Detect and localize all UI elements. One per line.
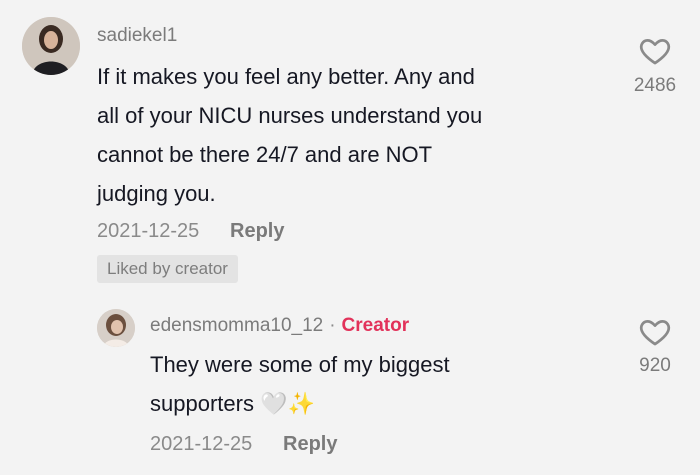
reply-text-line-content: supporters	[150, 391, 254, 416]
emoji-heart-sparkles: 🤍✨	[260, 391, 315, 416]
reply-text-line: They were some of my biggest	[150, 352, 450, 377]
reply-text-line: supporters 🤍✨	[150, 384, 450, 423]
avatar-image	[22, 17, 80, 75]
comment-text-line: If it makes you feel any better. Any and	[97, 64, 475, 89]
heart-outline-icon[interactable]	[638, 315, 672, 349]
reply-button[interactable]: Reply	[230, 220, 284, 243]
avatar[interactable]	[97, 309, 135, 347]
heart-outline-icon[interactable]	[638, 34, 672, 68]
reply-username[interactable]: edensmomma10_12	[150, 315, 323, 336]
reply-text: They were some of my biggest supporters …	[150, 345, 450, 423]
creator-tag: Creator	[341, 315, 410, 336]
comment-text-line: judging you.	[97, 181, 216, 206]
reply-button[interactable]: Reply	[283, 433, 337, 456]
comment-text-line: cannot be there 24/7 and are NOT	[97, 142, 433, 167]
separator-dot: ·	[329, 315, 336, 336]
comment-date: 2021-12-25	[97, 220, 200, 242]
like-count: 2486	[633, 75, 677, 96]
reply-username-row: edensmomma10_12 · Creator	[150, 315, 409, 337]
like-count: 920	[639, 355, 671, 376]
comment-username[interactable]: sadiekel1	[97, 25, 177, 47]
comment-text: If it makes you feel any better. Any and…	[97, 57, 482, 213]
avatar[interactable]	[22, 17, 80, 75]
reply-date: 2021-12-25	[150, 433, 253, 455]
liked-by-creator-badge: Liked by creator	[97, 255, 238, 283]
comment-text-line: all of your NICU nurses understand you	[97, 103, 483, 128]
avatar-image	[97, 309, 135, 347]
